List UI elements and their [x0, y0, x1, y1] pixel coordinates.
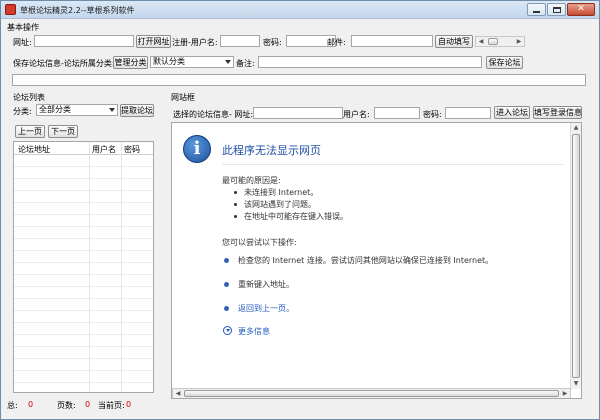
action-retype-address: 重新键入地址。 [238, 280, 294, 289]
scroll-left-icon[interactable]: ◀ [476, 37, 486, 46]
note-input[interactable] [258, 56, 482, 68]
save-forum-button[interactable]: 保存论坛 [486, 56, 523, 69]
email-label: 邮件: [327, 38, 346, 47]
expand-more-icon[interactable] [223, 326, 232, 335]
scrollbar-thumb[interactable] [184, 390, 559, 397]
bullet-icon [234, 203, 237, 206]
pages-value: 0 [85, 400, 91, 409]
forum-category-label: 分类: [13, 107, 32, 116]
app-icon [5, 4, 16, 15]
save-category-value: 默认分类 [153, 57, 185, 66]
total-label: 总: [7, 401, 18, 410]
email-input[interactable] [351, 35, 433, 47]
url-input[interactable] [34, 35, 134, 47]
prev-page-button[interactable]: 上一页 [15, 125, 45, 138]
url-label: 网址: [13, 38, 32, 47]
close-button[interactable]: ✕ [567, 3, 595, 16]
bullet-icon [224, 306, 229, 311]
selected-username-label: 用户名: [343, 110, 370, 119]
error-title: 此程序无法显示网页 [222, 144, 321, 157]
reason-2: 该网站遇到了问题。 [244, 200, 316, 209]
register-username-label: 注册-用户名: [172, 38, 218, 47]
maximize-button[interactable] [547, 3, 566, 16]
reason-3: 在地址中可能存在键入错误。 [244, 212, 348, 221]
site-box-title: 网站框 [171, 93, 195, 102]
scroll-down-icon[interactable]: ▼ [571, 379, 581, 389]
forum-list-table[interactable]: 论坛地址 用户名 密码 [13, 141, 154, 393]
minimize-icon [533, 11, 540, 13]
auto-fill-button[interactable]: 自动填写 [435, 35, 473, 48]
scroll-right-icon[interactable]: ▶ [560, 389, 570, 398]
current-page-label: 当前页: [98, 401, 125, 410]
scrollbar-thumb[interactable] [488, 38, 498, 45]
selected-forum-url-field [253, 107, 343, 119]
try-heading: 您可以尝试以下操作: [222, 238, 297, 247]
pages-label: 页数: [57, 401, 76, 410]
bullet-icon [234, 191, 237, 194]
note-label: 备注: [236, 59, 255, 68]
browser-horizontal-scrollbar[interactable]: ◀ ▶ [172, 388, 571, 398]
bullet-icon [224, 258, 229, 263]
scroll-left-icon[interactable]: ◀ [173, 389, 183, 398]
chevron-down-icon [225, 60, 231, 64]
manage-category-button[interactable]: 管理分类 [113, 56, 148, 69]
reasons-heading: 最可能的原因是: [222, 176, 281, 185]
info-icon: i [183, 135, 211, 163]
minimize-button[interactable] [527, 3, 546, 16]
total-value: 0 [28, 400, 34, 409]
browser-vertical-scrollbar[interactable]: ▲ ▼ [570, 123, 581, 389]
basic-section-title: 基本操作 [7, 23, 39, 32]
web-browser-view[interactable]: i 此程序无法显示网页 最可能的原因是: 未连接到 Internet。 该网站遇… [171, 122, 582, 399]
window-title: 草根论坛精灵2.2--草根系列软件 [20, 6, 135, 15]
save-category-select[interactable]: 默认分类 [150, 56, 234, 68]
maximize-icon [553, 7, 561, 13]
open-url-button[interactable]: 打开网址 [136, 35, 171, 48]
selected-password-label: 密码: [423, 110, 442, 119]
next-page-button[interactable]: 下一页 [48, 125, 78, 138]
password-label: 密码: [263, 38, 282, 47]
scrollbar-thumb[interactable] [572, 134, 580, 378]
selected-forum-url-label: 选择的论坛信息- 网址: [173, 110, 254, 119]
forum-category-select[interactable]: 全部分类 [36, 104, 118, 116]
selected-username-field [374, 107, 420, 119]
status-strip [12, 74, 586, 86]
top-horizontal-scrollbar[interactable]: ◀ ▶ [475, 36, 525, 47]
enter-forum-button[interactable]: 进入论坛 [494, 106, 530, 119]
forum-category-value: 全部分类 [39, 105, 71, 114]
bullet-icon [224, 282, 229, 287]
title-bar: 草根论坛精灵2.2--草根系列软件 ✕ [1, 1, 599, 19]
bullet-icon [234, 215, 237, 218]
register-username-input[interactable] [220, 35, 260, 47]
close-icon: ✕ [577, 4, 585, 14]
selected-password-field [445, 107, 491, 119]
back-link[interactable]: 返回到上一页。 [238, 303, 294, 314]
scroll-up-icon[interactable]: ▲ [571, 123, 581, 133]
forum-list-title: 论坛列表 [13, 93, 45, 102]
error-divider [222, 164, 564, 165]
save-category-label: 保存论坛信息-论坛所属分类: [13, 59, 115, 68]
chevron-down-icon [109, 108, 115, 112]
fill-login-button[interactable]: 填写登录信息 [533, 106, 582, 119]
reason-1: 未连接到 Internet。 [244, 188, 319, 197]
more-info-link[interactable]: 更多信息 [238, 326, 270, 337]
app-window: 草根论坛精灵2.2--草根系列软件 ✕ 基本操作 网址: 打开网址 注册-用户名… [0, 0, 600, 420]
current-page-value: 0 [126, 400, 132, 409]
fetch-forum-button[interactable]: 提取论坛 [120, 104, 154, 117]
scroll-right-icon[interactable]: ▶ [514, 37, 524, 46]
action-check-connection: 检查您的 Internet 连接。尝试访问其他网站以确保已连接到 Interne… [238, 256, 494, 265]
